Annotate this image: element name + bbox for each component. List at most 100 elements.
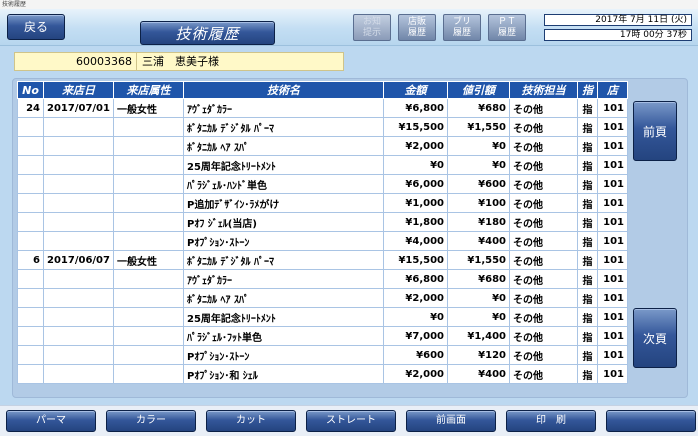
- cell-staff: その他: [509, 155, 578, 175]
- cell-nominated: 指: [577, 307, 598, 327]
- cell-amount: ¥2,000: [383, 136, 448, 156]
- cell-no: [17, 288, 44, 308]
- cell-discount: ¥680: [447, 269, 510, 289]
- cell-amount: ¥0: [383, 155, 448, 175]
- cell-no: 24: [17, 98, 44, 118]
- cell-service: ﾊﾟﾗｼﾞｪﾙ･ﾌｯﾄ単色: [183, 326, 384, 346]
- cell-amount: ¥2,000: [383, 364, 448, 384]
- cell-nominated: 指: [577, 288, 598, 308]
- header-bar: 戻る 技術履歴 お知 提示 店販 履歴 ブリ 履歴 ＰＴ 履歴 2017年 7月…: [0, 9, 698, 46]
- cell-discount: ¥0: [447, 307, 510, 327]
- table-row[interactable]: Pｵﾌﾟｼｮﾝ･ｽﾄｰﾝ ¥4,000 ¥400 その他指 101: [17, 231, 628, 251]
- cell-visit-type: [113, 364, 184, 384]
- table-row[interactable]: 25周年記念ﾄﾘｰﾄﾒﾝﾄ ¥0 ¥0 その他指 101: [17, 155, 628, 175]
- cell-visit-date: 2017/06/07: [43, 250, 114, 270]
- cell-discount: ¥1,550: [447, 250, 510, 270]
- cell-service: ﾎﾞﾀﾆｶﾙ ﾍｱ ｽﾊﾟ: [183, 136, 384, 156]
- cell-no: [17, 155, 44, 175]
- cell-amount: ¥7,000: [383, 326, 448, 346]
- cell-visit-type: 一般女性: [113, 98, 184, 118]
- cell-service: P追加ﾃﾞｻﾞｲﾝ･ﾗﾒがけ: [183, 193, 384, 213]
- pt-history-button[interactable]: ＰＴ 履歴: [488, 14, 526, 41]
- next-page-button[interactable]: 次頁: [633, 308, 677, 368]
- cell-nominated: 指: [577, 98, 598, 118]
- cell-amount: ¥0: [383, 307, 448, 327]
- cell-no: [17, 307, 44, 327]
- retail-history-button[interactable]: 店販 履歴: [398, 14, 436, 41]
- col-store: 店: [597, 81, 628, 99]
- table-row[interactable]: ｱｳﾞｪﾀﾞｶﾗｰ ¥6,800 ¥680 その他指 101: [17, 269, 628, 289]
- table-row[interactable]: 25周年記念ﾄﾘｰﾄﾒﾝﾄ ¥0 ¥0 その他指 101: [17, 307, 628, 327]
- cell-visit-date: [43, 174, 114, 194]
- table-row[interactable]: ﾎﾞﾀﾆｶﾙ ﾍｱ ｽﾊﾟ ¥2,000 ¥0 その他指 101: [17, 136, 628, 156]
- cell-discount: ¥0: [447, 288, 510, 308]
- cell-store: 101: [597, 364, 628, 384]
- blank-button[interactable]: [606, 410, 696, 432]
- table-row[interactable]: Pｵﾌﾟｼｮﾝ･和 ｼｪﾙ ¥2,000 ¥400 その他指 101: [17, 364, 628, 384]
- cell-service: 25周年記念ﾄﾘｰﾄﾒﾝﾄ: [183, 307, 384, 327]
- cut-button[interactable]: カット: [206, 410, 296, 432]
- cell-staff: その他: [509, 307, 578, 327]
- col-staff: 技術担当: [509, 81, 578, 99]
- cell-service: 25周年記念ﾄﾘｰﾄﾒﾝﾄ: [183, 155, 384, 175]
- cell-service: Pｵﾌﾟｼｮﾝ･ｽﾄｰﾝ: [183, 345, 384, 365]
- cell-discount: ¥180: [447, 212, 510, 232]
- cell-staff: その他: [509, 174, 578, 194]
- table-row[interactable]: 6 2017/06/07 一般女性 ﾎﾞﾀﾆｶﾙ ﾃﾞｼﾞﾀﾙ ﾊﾟｰﾏ ¥15,500…: [17, 250, 628, 270]
- cell-visit-type: [113, 307, 184, 327]
- table-row[interactable]: ﾊﾟﾗｼﾞｪﾙ･ﾌｯﾄ単色 ¥7,000 ¥1,400 その他指 101: [17, 326, 628, 346]
- cell-nominated: 指: [577, 326, 598, 346]
- cell-discount: ¥100: [447, 193, 510, 213]
- back-button[interactable]: 戻る: [7, 14, 65, 40]
- cell-visit-date: [43, 345, 114, 365]
- cell-no: [17, 117, 44, 137]
- perm-button[interactable]: パーマ: [6, 410, 96, 432]
- cell-amount: ¥15,500: [383, 117, 448, 137]
- cell-nominated: 指: [577, 212, 598, 232]
- cell-service: ﾎﾞﾀﾆｶﾙ ﾃﾞｼﾞﾀﾙ ﾊﾟｰﾏ: [183, 250, 384, 270]
- straight-button[interactable]: ストレート: [306, 410, 396, 432]
- cell-staff: その他: [509, 136, 578, 156]
- cell-visit-type: [113, 269, 184, 289]
- cell-visit-date: [43, 231, 114, 251]
- cell-nominated: 指: [577, 250, 598, 270]
- cell-no: 6: [17, 250, 44, 270]
- cell-service: ﾎﾞﾀﾆｶﾙ ﾃﾞｼﾞﾀﾙ ﾊﾟｰﾏ: [183, 117, 384, 137]
- cell-amount: ¥6,800: [383, 98, 448, 118]
- table-row[interactable]: P追加ﾃﾞｻﾞｲﾝ･ﾗﾒがけ ¥1,000 ¥100 その他指 101: [17, 193, 628, 213]
- col-amount: 金額: [383, 81, 448, 99]
- print-button[interactable]: 印 刷: [506, 410, 596, 432]
- cell-staff: その他: [509, 98, 578, 118]
- customer-name: 三浦 恵美子様: [142, 55, 219, 68]
- cell-nominated: 指: [577, 193, 598, 213]
- notice-button[interactable]: お知 提示: [353, 14, 391, 41]
- cell-discount: ¥0: [447, 136, 510, 156]
- bridal-history-button[interactable]: ブリ 履歴: [443, 14, 481, 41]
- cell-amount: ¥1,000: [383, 193, 448, 213]
- cell-nominated: 指: [577, 364, 598, 384]
- cell-nominated: 指: [577, 269, 598, 289]
- cell-no: [17, 136, 44, 156]
- cell-service: Pｵﾌﾟｼｮﾝ･和 ｼｪﾙ: [183, 364, 384, 384]
- cell-store: 101: [597, 307, 628, 327]
- cell-visit-date: [43, 288, 114, 308]
- cell-visit-date: 2017/07/01: [43, 98, 114, 118]
- cell-discount: ¥600: [447, 174, 510, 194]
- cell-store: 101: [597, 326, 628, 346]
- history-table: No 来店日 来店属性 技術名 金額 値引額 技術担当 指 店 24 2017/0…: [17, 81, 628, 384]
- prev-page-button[interactable]: 前頁: [633, 101, 677, 161]
- cell-staff: その他: [509, 326, 578, 346]
- cell-visit-date: [43, 326, 114, 346]
- customer-bar: 60003368 三浦 恵美子様: [14, 52, 344, 71]
- previous-screen-button[interactable]: 前画面: [406, 410, 496, 432]
- cell-no: [17, 174, 44, 194]
- table-row[interactable]: ﾊﾟﾗｼﾞｪﾙ･ﾊﾝﾄﾞ単色 ¥6,000 ¥600 その他指 101: [17, 174, 628, 194]
- table-row[interactable]: ﾎﾞﾀﾆｶﾙ ﾍｱ ｽﾊﾟ ¥2,000 ¥0 その他指 101: [17, 288, 628, 308]
- table-row[interactable]: 24 2017/07/01 一般女性 ｱｳﾞｪﾀﾞｶﾗｰ ¥6,800 ¥680 その他指 1…: [17, 98, 628, 118]
- color-button[interactable]: カラー: [106, 410, 196, 432]
- cell-visit-type: [113, 117, 184, 137]
- table-row[interactable]: ﾎﾞﾀﾆｶﾙ ﾃﾞｼﾞﾀﾙ ﾊﾟｰﾏ ¥15,500 ¥1,550 その他指 101: [17, 117, 628, 137]
- table-row[interactable]: Pｵﾌ ｼﾞｪﾙ(当店) ¥1,800 ¥180 その他指 101: [17, 212, 628, 232]
- table-row[interactable]: Pｵﾌﾟｼｮﾝ･ｽﾄｰﾝ ¥600 ¥120 その他指 101: [17, 345, 628, 365]
- cell-nominated: 指: [577, 174, 598, 194]
